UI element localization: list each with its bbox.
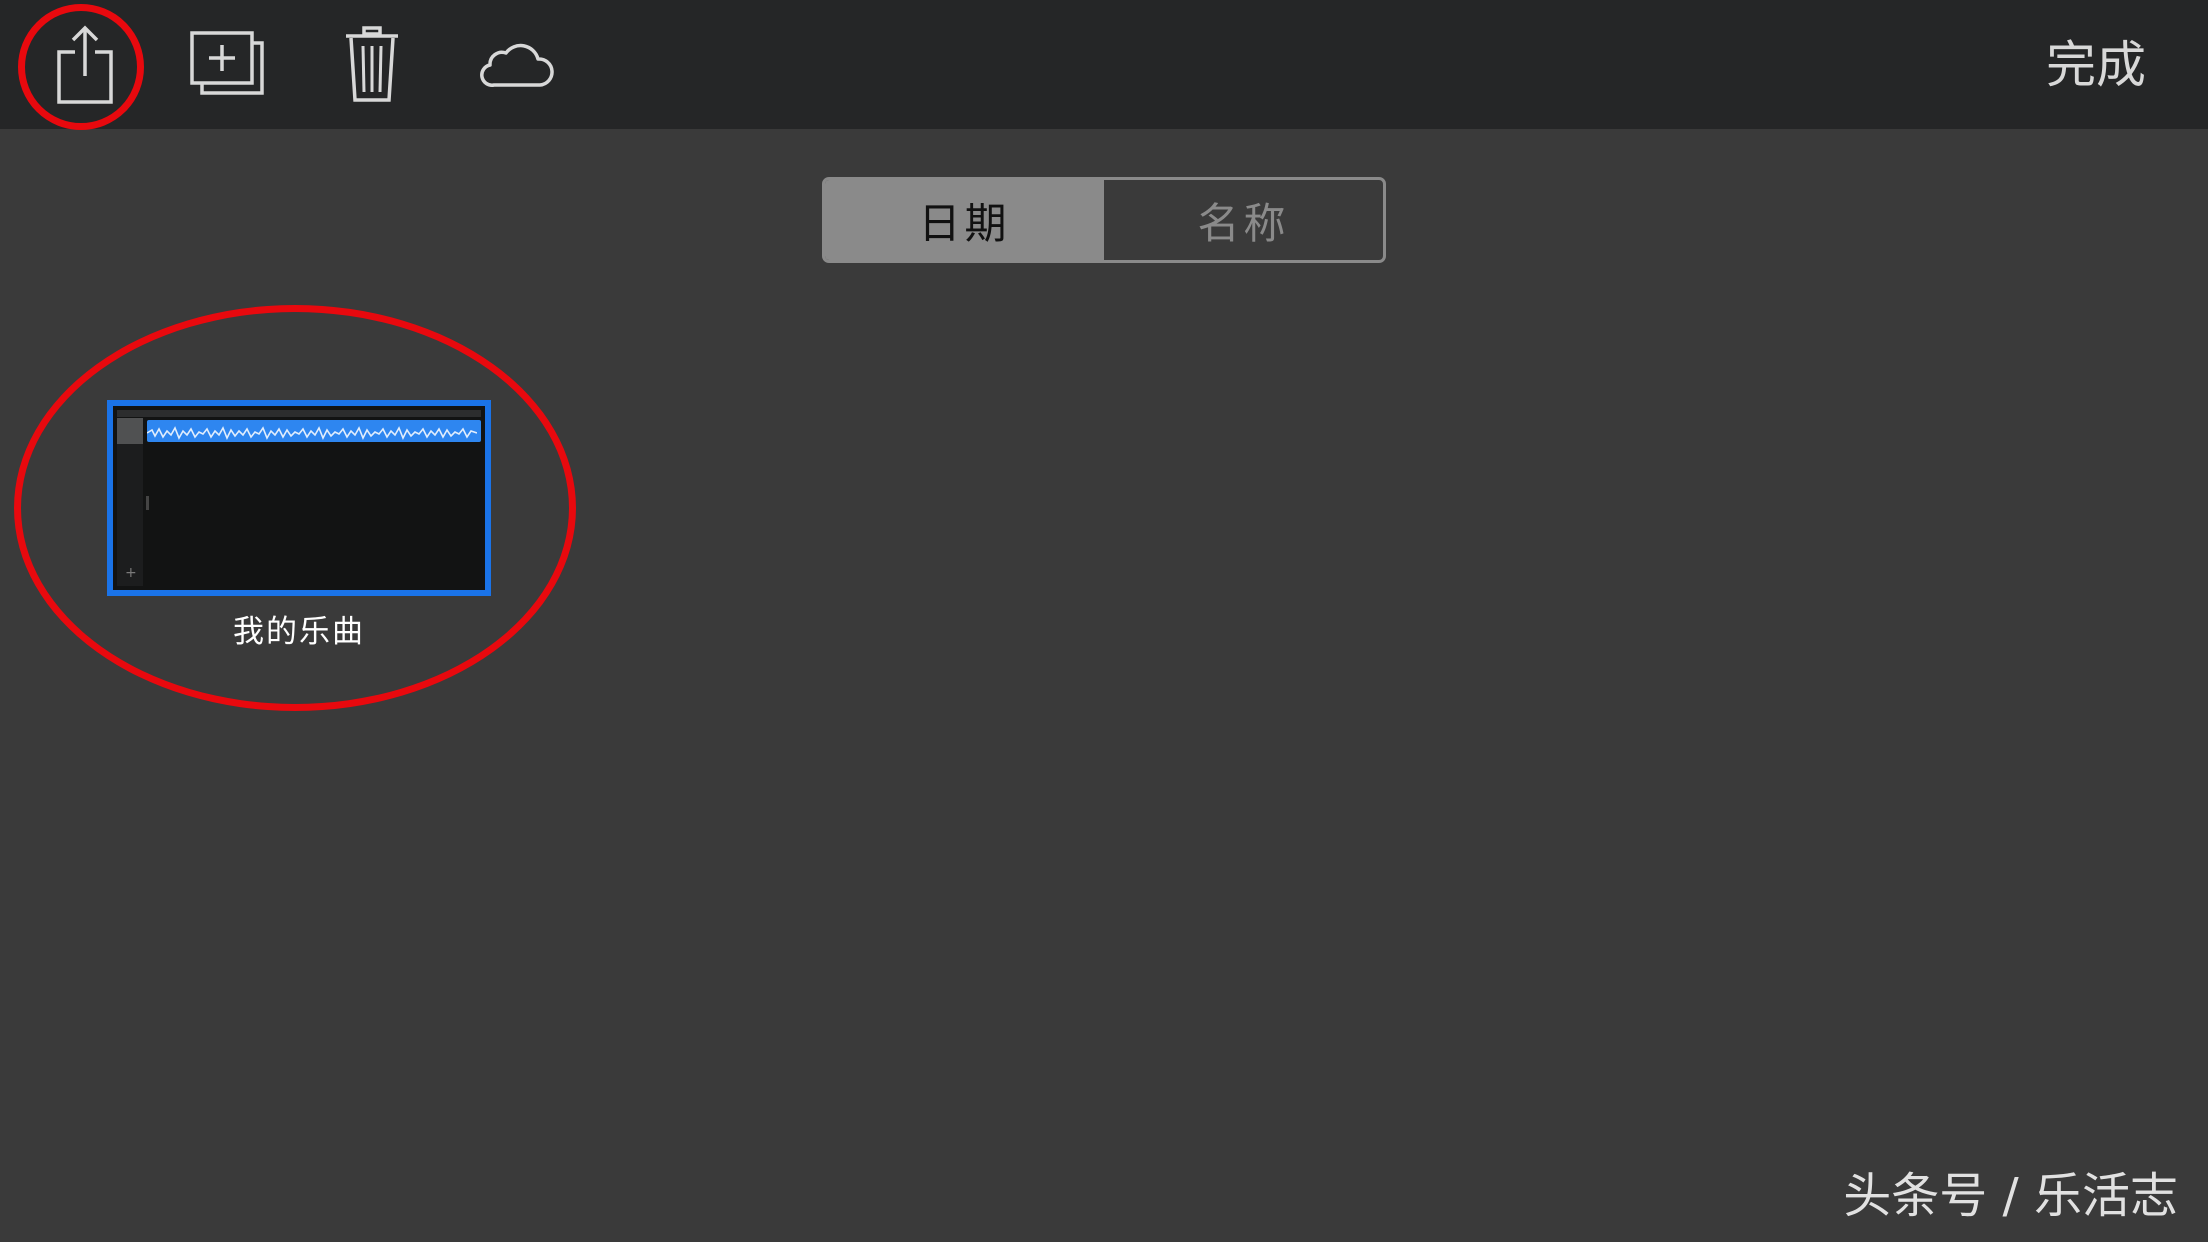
annotation-circle-project (14, 305, 576, 711)
duplicate-icon (190, 31, 264, 95)
toolbar: 完成 (0, 0, 2208, 129)
watermark-text: 头条号 / 乐活志 (1843, 1168, 2178, 1224)
sort-by-name-segment[interactable]: 名称 (1104, 180, 1383, 260)
sort-segmented-control: 日期 名称 (822, 177, 1386, 263)
sort-by-date-segment[interactable]: 日期 (825, 180, 1104, 260)
icloud-button[interactable] (466, 14, 566, 114)
duplicate-button[interactable] (178, 14, 278, 114)
annotation-circle-share (18, 4, 144, 130)
done-button[interactable]: 完成 (2046, 30, 2146, 100)
delete-button[interactable] (322, 14, 422, 114)
trash-icon (346, 26, 398, 102)
cloud-icon (480, 43, 554, 87)
my-songs-browser: 完成 日期 名称 + 我的乐曲 头条号 / 乐活志 (0, 0, 2208, 1242)
